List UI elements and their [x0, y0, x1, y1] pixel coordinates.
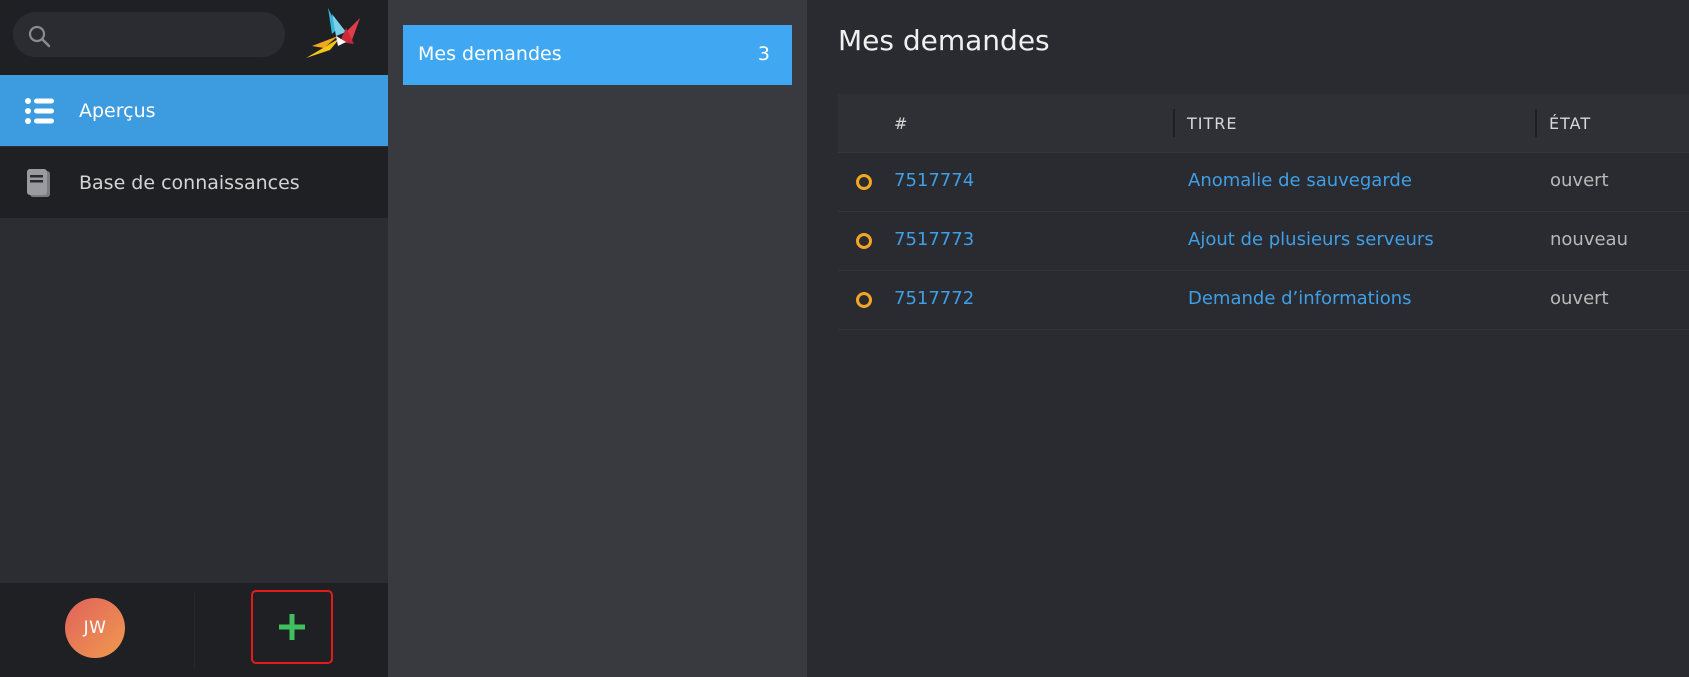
sidebar-footer: JW	[0, 583, 388, 677]
queue-item-count: 3	[757, 43, 770, 65]
queue-list: Mes demandes 3	[388, 0, 807, 677]
sidebar-item-label: Aperçus	[79, 99, 156, 122]
column-header-state[interactable]: ÉTAT	[1549, 114, 1591, 133]
queue-item-label: Mes demandes	[418, 43, 562, 65]
list-icon	[25, 98, 54, 124]
plus-icon	[279, 614, 305, 640]
ticket-number-link[interactable]: 7517774	[894, 170, 974, 191]
ticket-number-link[interactable]: 7517772	[894, 288, 974, 309]
status-open-icon	[856, 174, 872, 190]
ticket-title-link[interactable]: Anomalie de sauvegarde	[1188, 170, 1412, 191]
sidebar-item-overview[interactable]: Aperçus	[0, 75, 388, 146]
page-title: Mes demandes	[838, 24, 1050, 57]
ticket-state: ouvert	[1550, 288, 1609, 309]
main-content: Mes demandes # TITRE ÉTAT 7517774 Anomal…	[807, 0, 1689, 677]
column-resize-handle[interactable]	[1173, 109, 1175, 137]
table-row[interactable]: 7517773 Ajout de plusieurs serveurs nouv…	[838, 212, 1689, 271]
table-header: # TITRE ÉTAT	[838, 94, 1689, 153]
sidebar-header	[0, 0, 388, 75]
ticket-title-link[interactable]: Demande d’informations	[1188, 288, 1412, 309]
tickets-table: # TITRE ÉTAT 7517774 Anomalie de sauvega…	[838, 94, 1689, 330]
search-box[interactable]	[13, 12, 285, 59]
ticket-number-link[interactable]: 7517773	[894, 229, 974, 250]
sidebar-item-knowledge-base[interactable]: Base de connaissances	[0, 147, 388, 218]
table-row[interactable]: 7517772 Demande d’informations ouvert	[838, 271, 1689, 330]
avatar[interactable]: JW	[65, 598, 125, 658]
column-header-number[interactable]: #	[894, 114, 908, 133]
column-resize-handle[interactable]	[1535, 109, 1537, 137]
logo-icon	[306, 8, 360, 58]
add-button[interactable]	[251, 590, 333, 664]
search-input[interactable]	[65, 12, 279, 59]
sidebar-item-label: Base de connaissances	[79, 171, 300, 194]
sidebar: Aperçus Base de connaissances JW	[0, 0, 388, 677]
status-open-icon	[856, 292, 872, 308]
ticket-title-link[interactable]: Ajout de plusieurs serveurs	[1188, 229, 1434, 250]
queue-item-my-requests[interactable]: Mes demandes 3	[403, 25, 792, 85]
ticket-state: nouveau	[1550, 229, 1628, 250]
ticket-state: ouvert	[1550, 170, 1609, 191]
status-open-icon	[856, 233, 872, 249]
avatar-initials: JW	[83, 618, 107, 638]
table-row[interactable]: 7517774 Anomalie de sauvegarde ouvert	[838, 153, 1689, 212]
footer-divider	[194, 593, 195, 669]
book-icon	[27, 169, 50, 197]
search-icon	[28, 25, 51, 48]
column-header-title[interactable]: TITRE	[1187, 114, 1238, 133]
